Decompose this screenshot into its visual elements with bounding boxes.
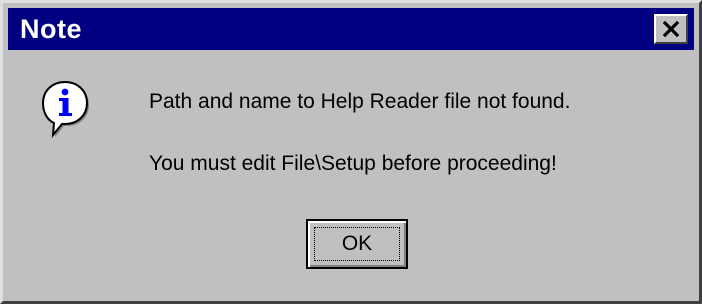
ok-button-label: OK <box>341 232 373 255</box>
note-dialog: Note Path and name to Help Reader file n… <box>0 0 702 304</box>
close-button[interactable] <box>654 14 688 44</box>
message-line-1: Path and name to Help Reader file not fo… <box>149 90 571 113</box>
close-x-icon <box>662 21 680 37</box>
ok-button[interactable]: OK <box>306 219 408 269</box>
dialog-title: Note <box>20 14 82 44</box>
information-icon <box>41 80 89 138</box>
message-line-2: You must edit File\Setup before proceedi… <box>149 152 557 175</box>
focus-rectangle: OK <box>314 227 400 261</box>
title-bar[interactable]: Note <box>8 8 694 50</box>
